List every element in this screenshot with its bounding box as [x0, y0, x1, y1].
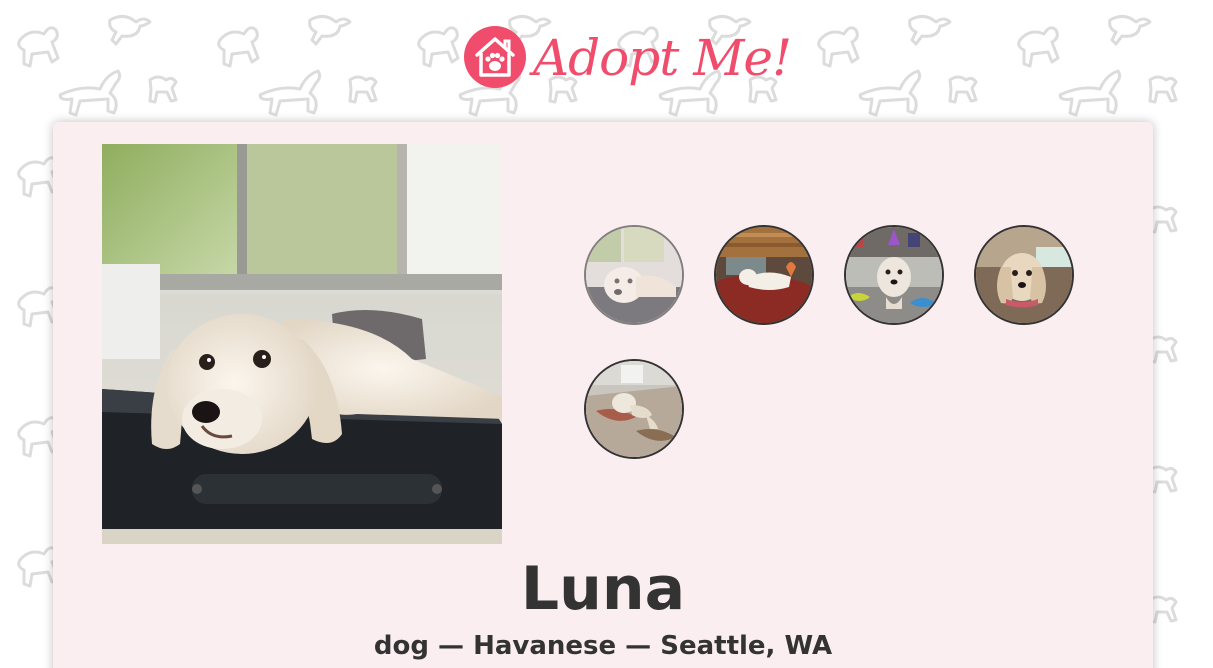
thumbnail-image-4[interactable] — [974, 225, 1074, 325]
thumbnail-photo-4 — [976, 227, 1072, 323]
thumbnail-photo-5 — [586, 361, 682, 457]
thumbnail-photo-2 — [716, 227, 812, 323]
thumbnail-image-1[interactable] — [584, 225, 684, 325]
thumbnail-image-5[interactable] — [584, 359, 684, 459]
home-logo-link[interactable]: Adopt Me! — [463, 22, 792, 102]
logo-text: Adopt Me! — [533, 29, 792, 87]
pet-details-card: Luna dog — Havanese — Seattle, WA — [53, 122, 1153, 668]
pet-name: Luna — [520, 554, 686, 624]
site-header: Adopt Me! — [0, 0, 1213, 110]
thumbnail-image-2[interactable] — [714, 225, 814, 325]
pet-subtitle: dog — Havanese — Seattle, WA — [373, 631, 833, 661]
thumbnail-photo-1 — [586, 227, 682, 323]
hero-pet-image — [102, 144, 502, 544]
thumbnail-photo-3 — [846, 227, 942, 323]
thumbnail-image-3[interactable] — [844, 225, 944, 325]
house-paw-icon — [464, 26, 526, 88]
